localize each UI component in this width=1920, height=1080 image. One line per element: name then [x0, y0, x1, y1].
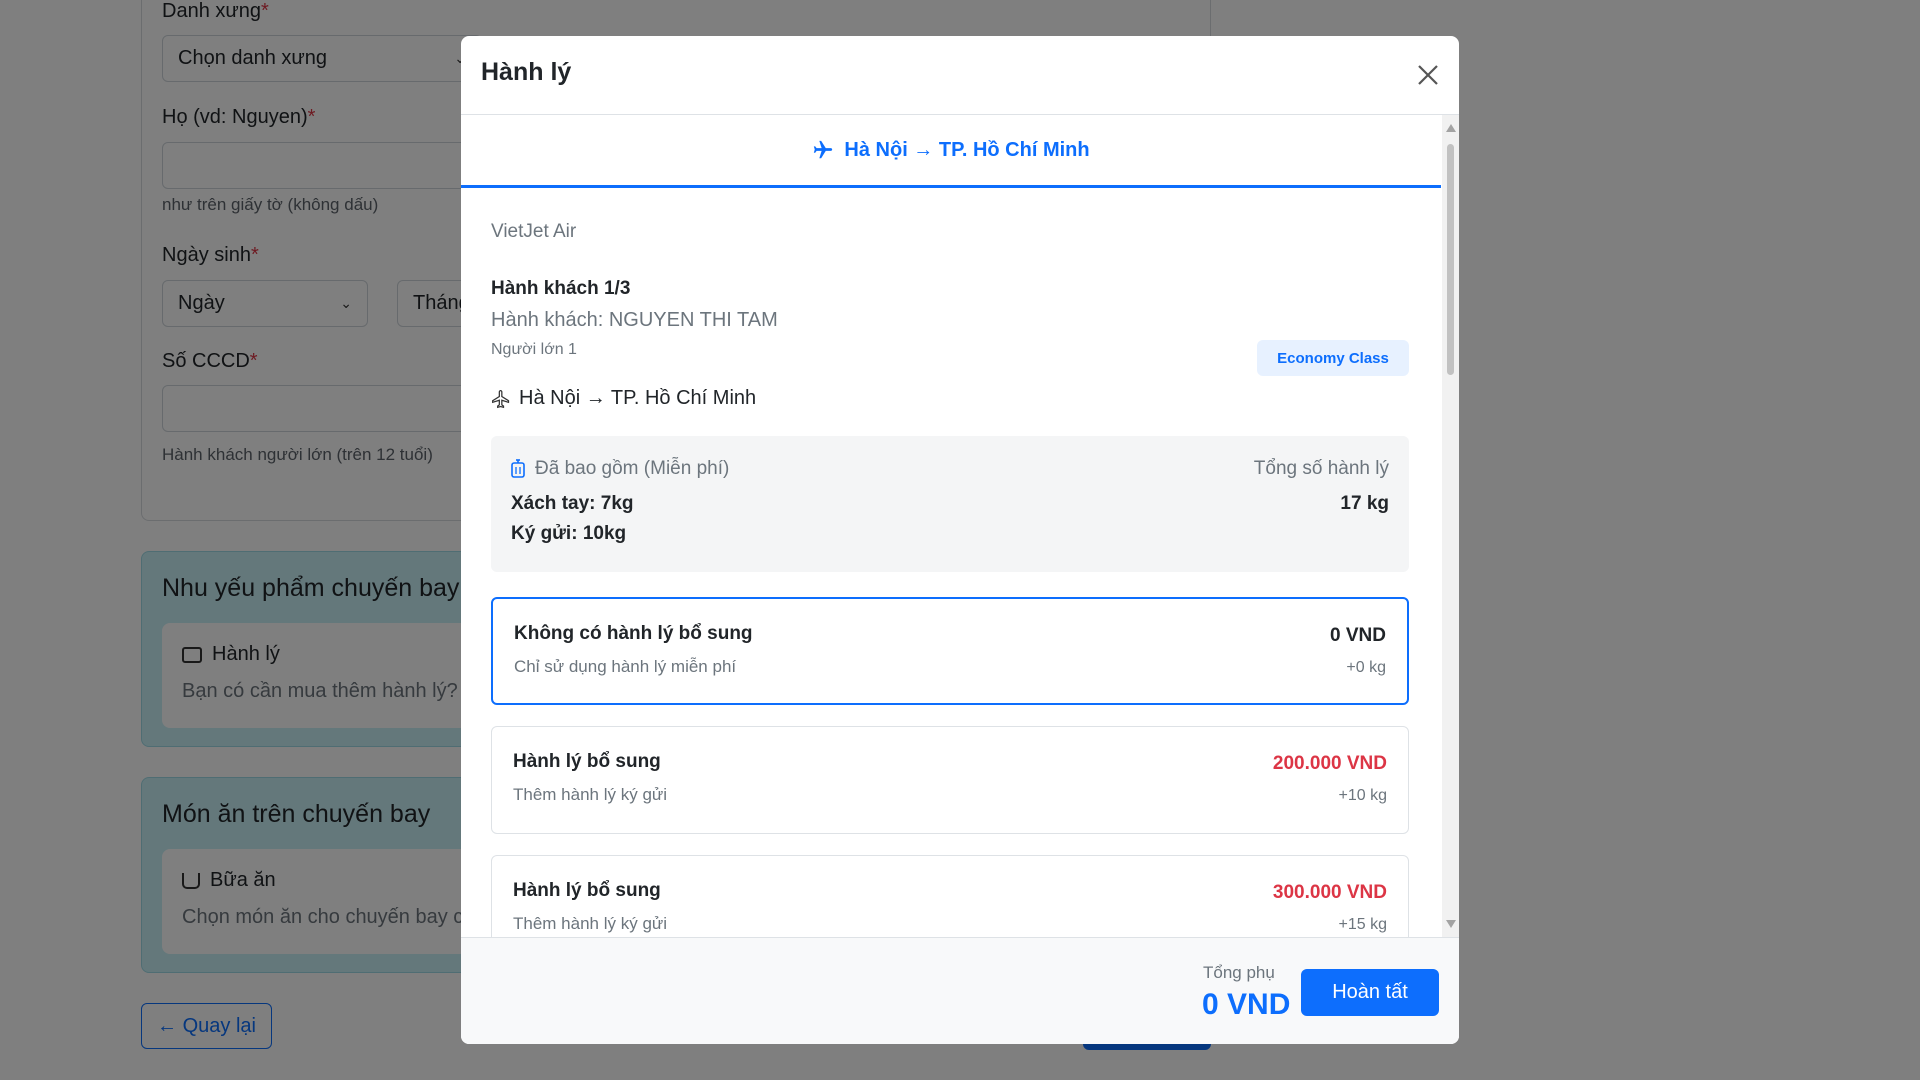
- option-title: Hành lý bổ sung: [513, 751, 661, 772]
- baggage-option-10kg[interactable]: Hành lý bổ sung Thêm hành lý ký gửi 200.…: [491, 726, 1409, 834]
- total-baggage-value: 17 kg: [1340, 493, 1389, 514]
- leg-route-label: Hà Nội → TP. Hồ Chí Minh: [519, 387, 757, 409]
- route-tab-label: Hà Nội → TP. Hồ Chí Minh: [844, 138, 1090, 161]
- option-desc: Thêm hành lý ký gửi: [513, 785, 668, 804]
- airplane-outline-icon: [492, 389, 510, 408]
- option-price: 0 VND: [1330, 625, 1386, 646]
- passenger-index: Hành khách 1/3: [491, 278, 631, 299]
- modal-scrollbar[interactable]: [1442, 115, 1459, 937]
- option-weight: +10 kg: [1338, 787, 1387, 804]
- modal-footer: Tổng phụ 0 VND Hoàn tất: [461, 937, 1459, 1044]
- scrollbar-thumb[interactable]: [1447, 144, 1454, 375]
- luggage-icon: [511, 459, 525, 478]
- modal-body[interactable]: Hà Nội → TP. Hồ Chí Minh VietJet Air Hàn…: [461, 115, 1459, 937]
- close-button[interactable]: [1413, 60, 1443, 90]
- baggage-modal: Hành lý Hà Nội → TP. Hồ Chí Minh VietJet…: [461, 36, 1459, 1044]
- class-badge: Economy Class: [1257, 340, 1409, 376]
- airline-name: VietJet Air: [491, 221, 577, 242]
- checked-allowance: Ký gửi: 10kg: [511, 523, 627, 544]
- total-baggage-label: Tổng số hành lý: [1253, 458, 1389, 479]
- option-price: 300.000 VND: [1272, 882, 1387, 903]
- baggage-option-15kg[interactable]: Hành lý bổ sung Thêm hành lý ký gửi 300.…: [491, 855, 1409, 937]
- scroll-up-arrow-icon[interactable]: [1446, 124, 1456, 132]
- tab-route[interactable]: Hà Nội → TP. Hồ Chí Minh: [461, 115, 1441, 188]
- option-title: Không có hành lý bổ sung: [514, 623, 753, 644]
- done-button[interactable]: Hoàn tất: [1301, 969, 1439, 1016]
- baggage-option-none[interactable]: Không có hành lý bổ sung Chỉ sử dụng hàn…: [491, 597, 1409, 705]
- modal-title: Hành lý: [481, 58, 572, 86]
- modal-header: Hành lý: [461, 36, 1459, 115]
- option-price: 200.000 VND: [1272, 753, 1387, 774]
- close-icon: [1418, 65, 1438, 85]
- option-weight: +15 kg: [1338, 916, 1387, 933]
- airplane-icon: [814, 140, 833, 159]
- included-label: Đã bao gồm (Miễn phí): [535, 458, 730, 479]
- included-baggage-box: Đã bao gồm (Miễn phí) Xách tay: 7kg Ký g…: [491, 436, 1409, 572]
- option-desc: Chỉ sử dụng hành lý miễn phí: [514, 657, 737, 676]
- passenger-type: Người lớn 1: [491, 341, 577, 358]
- subtotal-label: Tổng phụ: [1203, 963, 1275, 982]
- option-title: Hành lý bổ sung: [513, 880, 661, 901]
- option-weight: +0 kg: [1346, 659, 1386, 676]
- leg-route: Hà Nội → TP. Hồ Chí Minh: [491, 387, 756, 410]
- passenger-name: Hành khách: NGUYEN THI TAM: [491, 309, 778, 331]
- scroll-down-arrow-icon[interactable]: [1446, 920, 1456, 928]
- subtotal-value: 0 VND: [1202, 988, 1291, 1021]
- option-desc: Thêm hành lý ký gửi: [513, 914, 668, 933]
- carry-on-allowance: Xách tay: 7kg: [511, 493, 634, 514]
